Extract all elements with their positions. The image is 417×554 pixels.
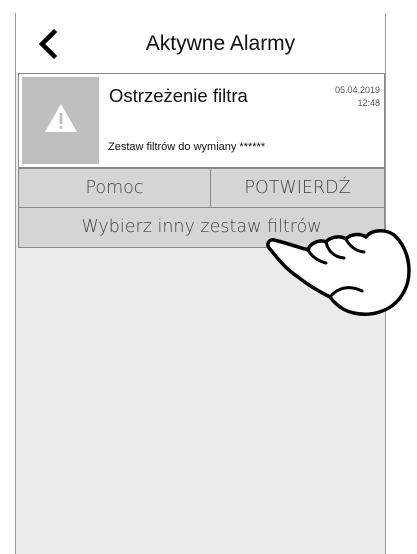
alarm-icon-box <box>22 77 99 164</box>
help-button[interactable]: Pomoc <box>18 168 211 208</box>
header-bar: Aktywne Alarmy <box>16 13 385 74</box>
confirm-button[interactable]: POTWIERDŹ <box>210 168 385 208</box>
alarm-card[interactable]: Ostrzeżenie filtra 05.04.2019 12:48 Zest… <box>18 73 385 168</box>
alarm-title: Ostrzeżenie filtra <box>109 85 248 106</box>
alarm-date: 05.04.2019 <box>334 85 380 95</box>
alarm-timestamp: 05.04.2019 12:48 <box>335 84 380 110</box>
alarm-description: Zestaw filtrów do wymiany ****** <box>108 141 266 153</box>
alarm-time: 12:48 <box>357 98 380 108</box>
page-title: Aktywne Alarmy <box>145 32 296 55</box>
hand-pointer-icon <box>266 229 411 316</box>
back-button[interactable] <box>34 27 64 61</box>
chevron-left-icon <box>38 28 58 60</box>
warning-triangle-icon <box>45 104 77 132</box>
